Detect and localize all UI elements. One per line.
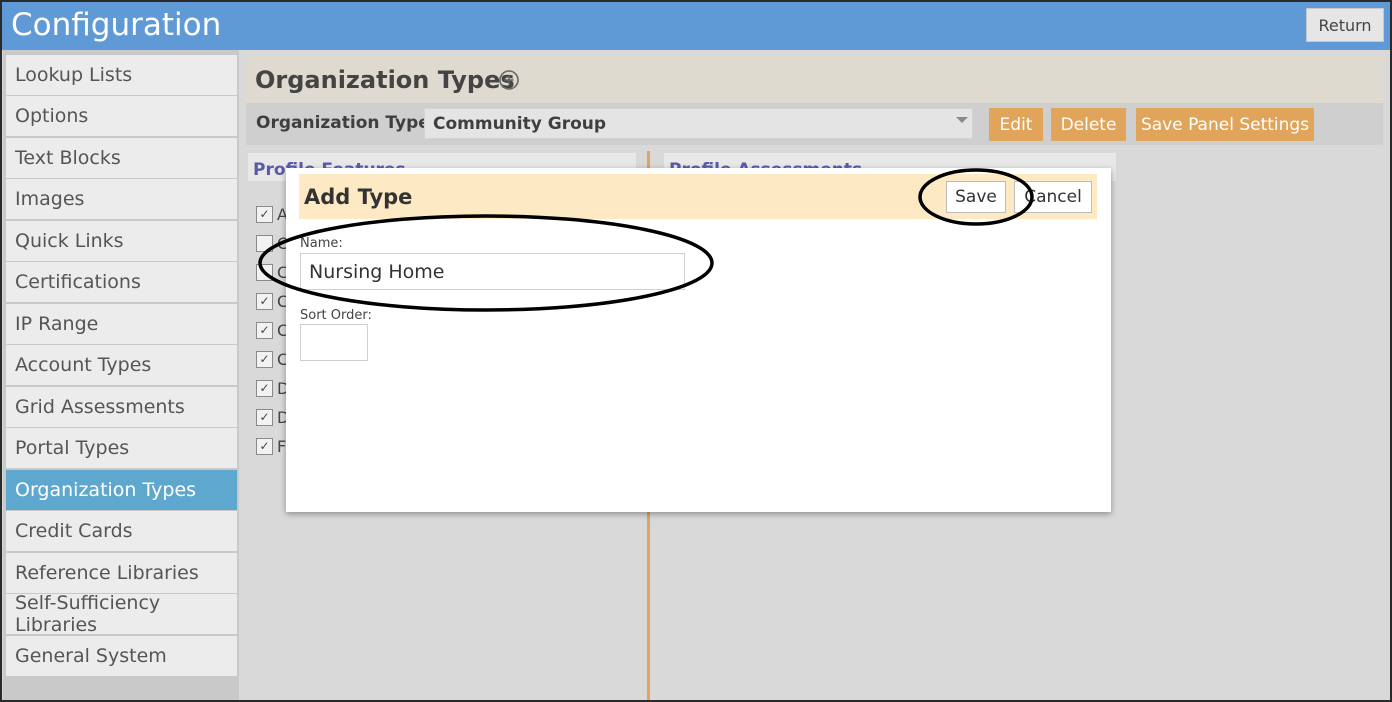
edit-button[interactable]: Edit: [989, 108, 1043, 141]
app-header: Configuration Return: [2, 2, 1390, 50]
chevron-down-icon: [956, 117, 968, 123]
feature-checkbox[interactable]: ✓: [256, 380, 273, 397]
add-type-dialog: Add Type Save Cancel Name: Sort Order:: [286, 168, 1111, 512]
feature-checkbox[interactable]: ✓: [256, 409, 273, 426]
sidebar-item-images[interactable]: Images: [6, 179, 237, 219]
feature-label: F: [277, 437, 287, 456]
sidebar-item-general-system[interactable]: General System: [6, 636, 237, 676]
organization-type-bar: Organization Type: Community Group Edit …: [246, 103, 1383, 145]
sidebar: Lookup Lists Options Text Blocks Images …: [3, 50, 239, 700]
dialog-header: Add Type Save Cancel: [299, 174, 1097, 219]
feature-checkbox[interactable]: ✓: [256, 322, 273, 339]
name-input[interactable]: [300, 253, 685, 290]
app-window: Configuration Return Lookup Lists Option…: [0, 0, 1392, 702]
add-circle-icon[interactable]: [498, 69, 520, 91]
cancel-button[interactable]: Cancel: [1014, 181, 1092, 213]
page-title: Organization Types: [255, 66, 515, 94]
feature-checkbox[interactable]: ✓: [256, 438, 273, 455]
page-title-bar: Organization Types: [246, 55, 1383, 103]
sidebar-item-credit-cards[interactable]: Credit Cards: [6, 511, 237, 551]
feature-checkbox[interactable]: ✓: [256, 351, 273, 368]
feature-checkbox[interactable]: ✓: [256, 206, 273, 223]
sort-order-label: Sort Order:: [300, 308, 372, 323]
sidebar-item-organization-types[interactable]: Organization Types: [6, 470, 237, 510]
sidebar-item-quick-links[interactable]: Quick Links: [6, 221, 237, 261]
sidebar-item-options[interactable]: Options: [6, 96, 237, 136]
sidebar-item-lookup-lists[interactable]: Lookup Lists: [6, 55, 237, 95]
return-button[interactable]: Return: [1306, 8, 1384, 42]
organization-type-label: Organization Type:: [256, 113, 437, 133]
feature-checkbox[interactable]: [256, 235, 273, 252]
save-button[interactable]: Save: [946, 181, 1006, 213]
feature-checkbox[interactable]: [256, 264, 273, 281]
delete-button[interactable]: Delete: [1051, 108, 1126, 141]
organization-type-select[interactable]: Community Group: [424, 108, 973, 139]
sidebar-item-grid-assessments[interactable]: Grid Assessments: [6, 387, 237, 427]
dialog-title: Add Type: [304, 185, 413, 209]
sidebar-item-reference-libraries[interactable]: Reference Libraries: [6, 553, 237, 593]
sidebar-item-account-types[interactable]: Account Types: [6, 345, 237, 385]
feature-checkbox[interactable]: ✓: [256, 293, 273, 310]
sidebar-item-self-sufficiency-libraries[interactable]: Self-Sufficiency Libraries: [6, 592, 237, 636]
sort-order-input[interactable]: [300, 324, 368, 361]
save-panel-settings-button[interactable]: Save Panel Settings: [1136, 108, 1314, 141]
sidebar-item-portal-types[interactable]: Portal Types: [6, 428, 237, 468]
app-title: Configuration: [11, 7, 222, 43]
name-label: Name:: [300, 236, 343, 251]
sidebar-item-text-blocks[interactable]: Text Blocks: [6, 138, 237, 178]
sidebar-item-ip-range[interactable]: IP Range: [6, 304, 237, 344]
sidebar-item-certifications[interactable]: Certifications: [6, 262, 237, 302]
